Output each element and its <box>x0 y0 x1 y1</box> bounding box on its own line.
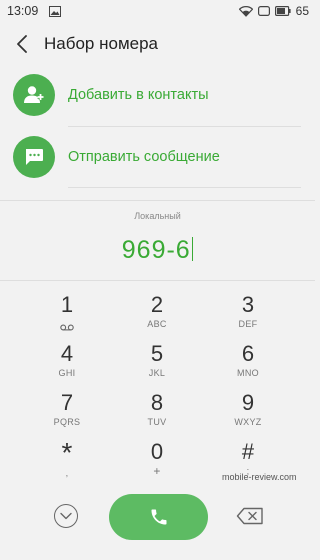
key-letters: JKL <box>148 368 166 378</box>
bottom-bar <box>0 494 315 540</box>
battery-percent: 65 <box>295 4 309 18</box>
back-arrow-icon <box>17 35 27 53</box>
divider <box>68 187 301 188</box>
key-digit: 2 <box>150 292 164 317</box>
key-5[interactable]: 5 JKL <box>122 341 192 387</box>
number-field-top-line <box>0 200 315 201</box>
watermark: mobile-review.com <box>222 472 297 482</box>
send-message-action[interactable]: Отправить сообщение <box>0 126 315 188</box>
key-letters: TUV <box>147 417 167 427</box>
status-bar: 13:09 65 <box>0 0 315 22</box>
key-6[interactable]: 6 MNO <box>213 341 283 387</box>
key-8[interactable]: 8 TUV <box>122 390 192 436</box>
dialed-number: 969-6 <box>121 236 191 264</box>
key-digit: 9 <box>241 390 255 415</box>
key-letters: + <box>153 464 161 478</box>
battery-icon <box>274 6 291 16</box>
key-2[interactable]: 2 ABC <box>122 292 192 338</box>
send-message-label: Отправить сообщение <box>68 149 220 165</box>
gallery-notification-icon <box>49 5 62 17</box>
key-letters: PQRS <box>53 417 81 427</box>
phone-icon <box>151 509 166 525</box>
key-7[interactable]: 7 PQRS <box>32 390 102 436</box>
key-letters: GHI <box>58 368 76 378</box>
voicemail-icon <box>32 318 102 331</box>
add-to-contacts-label: Добавить в контакты <box>68 87 209 103</box>
app-bar: Набор номера <box>0 22 315 66</box>
number-field-bottom-line <box>0 280 315 281</box>
number-type-label: Локальный <box>134 211 181 221</box>
chat-bubble-icon <box>13 136 55 178</box>
hide-keypad-button[interactable] <box>54 504 78 528</box>
key-3[interactable]: 3 DEF <box>213 292 283 338</box>
key-1[interactable]: 1 <box>32 292 102 338</box>
key-letters: ABC <box>147 319 167 329</box>
key-digit: 1 <box>60 292 74 317</box>
key-0[interactable]: 0 + <box>122 439 192 485</box>
backspace-icon <box>236 507 263 525</box>
key-digit: 4 <box>60 341 74 366</box>
key-digit: 6 <box>241 341 255 366</box>
key-digit: 0 <box>150 439 164 464</box>
add-person-icon <box>13 74 55 116</box>
key-digit: 8 <box>150 390 164 415</box>
sim-icon <box>257 6 270 16</box>
key-digit: 3 <box>241 292 255 317</box>
key-digit: 7 <box>60 390 74 415</box>
key-digit: 5 <box>150 341 164 366</box>
key-letters: DEF <box>238 319 258 329</box>
add-to-contacts-action[interactable]: Добавить в контакты <box>0 64 315 126</box>
key-letters: MNO <box>237 368 259 378</box>
key-letters: , <box>65 468 69 478</box>
key-9[interactable]: 9 WXYZ <box>213 390 283 436</box>
page-title: Набор номера <box>44 34 158 53</box>
call-button[interactable] <box>109 494 208 540</box>
key-star[interactable]: * , <box>32 439 102 485</box>
key-digit: * <box>61 437 73 468</box>
text-cursor <box>191 237 194 261</box>
key-digit: # <box>241 439 255 464</box>
key-letters: WXYZ <box>234 417 262 427</box>
chevron-down-icon <box>60 512 72 520</box>
key-4[interactable]: 4 GHI <box>32 341 102 387</box>
wifi-icon <box>238 5 253 17</box>
back-button[interactable] <box>0 22 44 66</box>
backspace-button[interactable] <box>235 506 265 526</box>
dialed-number-field[interactable]: 969-6 <box>0 236 315 265</box>
status-time: 13:09 <box>7 4 39 18</box>
